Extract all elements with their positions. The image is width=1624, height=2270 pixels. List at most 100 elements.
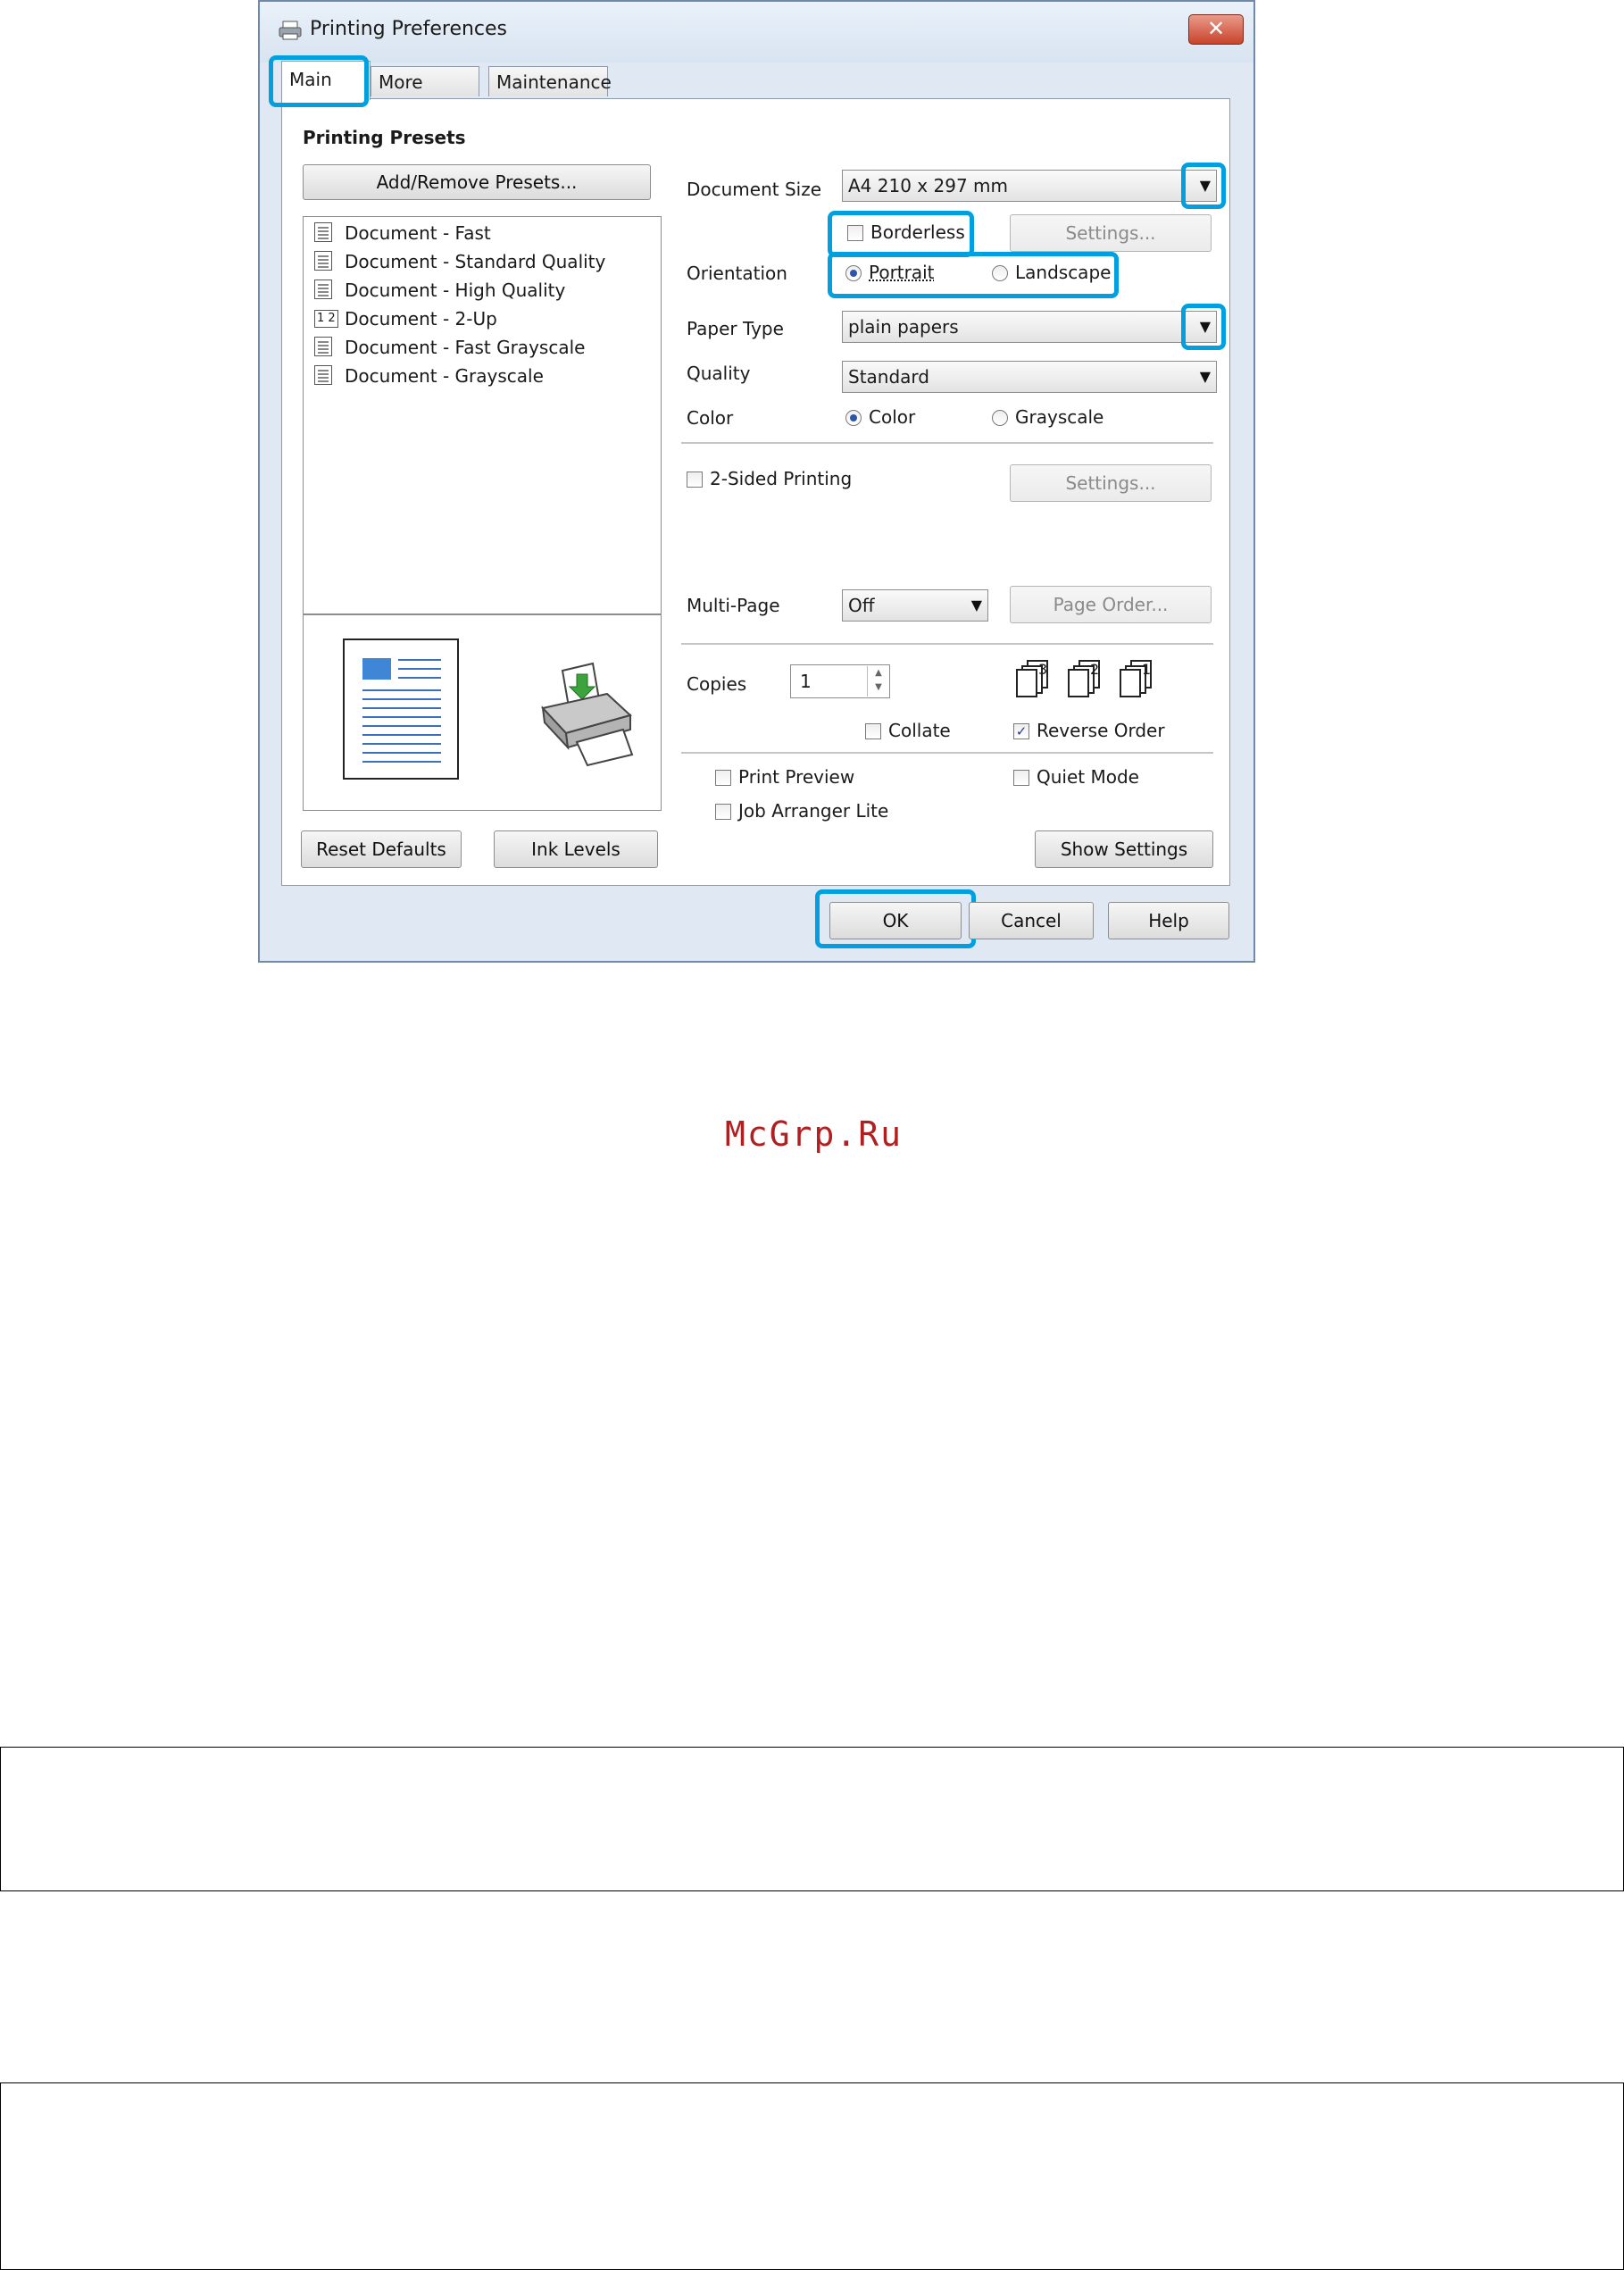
document-size-label: Document Size	[687, 179, 822, 200]
document-icon	[314, 280, 332, 299]
two-sided-settings-label: Settings...	[1065, 472, 1156, 494]
multi-page-value: Off	[848, 595, 875, 616]
document-size-value: A4 210 x 297 mm	[848, 175, 1008, 196]
quiet-mode-checkbox[interactable]	[1013, 770, 1029, 786]
help-button[interactable]: Help	[1108, 902, 1229, 939]
quality-value: Standard	[848, 366, 929, 388]
document-icon	[314, 222, 332, 242]
page-stack-icon	[1120, 660, 1152, 697]
chevron-down-icon: ▼	[970, 597, 982, 613]
list-item[interactable]: Document - Fast	[314, 222, 645, 246]
printer-feed-icon	[541, 662, 634, 767]
cancel-label: Cancel	[1001, 910, 1062, 931]
collate-checkbox[interactable]	[865, 723, 881, 739]
empty-frame-1	[0, 1747, 1624, 1891]
page-stack-icon	[1016, 660, 1048, 697]
watermark: McGrp.Ru	[725, 1114, 904, 1154]
orientation-label: Orientation	[687, 263, 787, 284]
quality-label: Quality	[687, 363, 751, 384]
paper-type-value: plain papers	[848, 316, 959, 338]
list-item[interactable]: Document - High Quality	[314, 280, 645, 303]
quality-select[interactable]: Standard ▼	[842, 361, 1217, 393]
multi-page-select[interactable]: Off ▼	[842, 589, 988, 622]
page-order-button[interactable]: Page Order...	[1010, 586, 1212, 623]
tab-main-highlight	[269, 55, 369, 107]
presets-list[interactable]: Document - Fast Document - Standard Qual…	[303, 216, 662, 614]
borderless-settings-button[interactable]: Settings...	[1010, 214, 1212, 252]
two-up-icon: 1 2	[314, 310, 338, 328]
two-sided-checkbox[interactable]	[687, 472, 703, 488]
ink-levels-label: Ink Levels	[531, 839, 620, 860]
reverse-order-label: Reverse Order	[1037, 720, 1165, 741]
close-icon: ✕	[1206, 16, 1226, 41]
document-size-arrow-highlight	[1181, 163, 1226, 209]
title-bar: Printing Preferences ✕	[260, 2, 1253, 63]
quiet-mode-label: Quiet Mode	[1037, 766, 1139, 788]
two-sided-settings-button[interactable]: Settings...	[1010, 464, 1212, 502]
divider	[681, 643, 1213, 645]
copies-label: Copies	[687, 673, 747, 695]
order-number: 2	[1090, 661, 1100, 678]
list-item[interactable]: Document - Grayscale	[314, 365, 645, 388]
job-arranger-checkbox[interactable]	[715, 804, 731, 820]
list-item[interactable]: Document - Fast Grayscale	[314, 337, 645, 360]
two-sided-label: 2-Sided Printing	[710, 468, 853, 489]
divider	[681, 442, 1213, 444]
list-item-label: Document - Grayscale	[345, 365, 544, 387]
order-icons: 3 2 1	[1015, 659, 1176, 698]
document-size-select[interactable]: A4 210 x 297 mm ▼	[842, 170, 1217, 202]
list-item-label: Document - High Quality	[345, 280, 566, 301]
print-preview-label: Print Preview	[738, 766, 855, 788]
tab-maintenance[interactable]: Maintenance	[488, 66, 612, 96]
printing-preferences-dialog: Printing Preferences ✕ Main More Options…	[258, 0, 1255, 963]
print-preview-checkbox[interactable]	[715, 770, 731, 786]
printing-presets-heading: Printing Presets	[303, 127, 466, 148]
document-icon	[314, 251, 332, 271]
paper-type-label: Paper Type	[687, 318, 784, 339]
collate-label: Collate	[888, 720, 951, 741]
help-label: Help	[1148, 910, 1189, 931]
color-radio[interactable]	[845, 410, 862, 426]
color-option-label: Color	[869, 406, 916, 428]
list-item[interactable]: 1 2 Document - 2-Up	[314, 308, 645, 331]
borderless-highlight	[828, 211, 974, 257]
page-order-label: Page Order...	[1053, 594, 1169, 615]
add-remove-presets-label: Add/Remove Presets...	[376, 171, 578, 193]
empty-frame-2	[0, 2082, 1624, 2270]
reset-defaults-label: Reset Defaults	[316, 839, 446, 860]
list-item-label: Document - Standard Quality	[345, 251, 606, 272]
grayscale-label: Grayscale	[1015, 406, 1104, 428]
multi-page-label: Multi-Page	[687, 595, 780, 616]
list-item-label: Document - Fast	[345, 222, 491, 244]
copies-value: 1	[800, 671, 812, 692]
window-title: Printing Preferences	[310, 18, 508, 40]
list-item-label: Document - Fast Grayscale	[345, 337, 586, 358]
paper-type-arrow-highlight	[1181, 304, 1226, 350]
reset-defaults-button[interactable]: Reset Defaults	[301, 830, 462, 868]
paper-type-select[interactable]: plain papers ▼	[842, 311, 1217, 343]
show-settings-label: Show Settings	[1060, 839, 1188, 860]
list-item[interactable]: Document - Standard Quality	[314, 251, 645, 274]
printer-icon	[279, 21, 302, 40]
job-arranger-label: Job Arranger Lite	[738, 800, 889, 822]
tab-more-options[interactable]: More Options	[371, 66, 479, 123]
preview-box	[303, 614, 662, 811]
order-number: 1	[1142, 661, 1152, 678]
tab-maintenance-label: Maintenance	[496, 71, 612, 93]
list-item-label: Document - 2-Up	[345, 308, 497, 330]
cancel-button[interactable]: Cancel	[969, 902, 1094, 939]
copies-stepper[interactable]: ▲ ▼	[867, 666, 889, 697]
page-stack-icon	[1068, 660, 1100, 697]
add-remove-presets-button[interactable]: Add/Remove Presets...	[303, 164, 651, 200]
document-icon	[314, 365, 332, 385]
ink-levels-button[interactable]: Ink Levels	[494, 830, 658, 868]
orientation-highlight	[828, 252, 1119, 298]
show-settings-button[interactable]: Show Settings	[1035, 830, 1213, 868]
page-preview-icon	[343, 638, 459, 780]
divider	[681, 752, 1213, 754]
close-button[interactable]: ✕	[1188, 14, 1244, 45]
color-label: Color	[687, 407, 734, 429]
grayscale-radio[interactable]	[992, 410, 1008, 426]
reverse-order-checkbox[interactable]: ✓	[1013, 723, 1029, 739]
borderless-settings-label: Settings...	[1065, 222, 1156, 244]
